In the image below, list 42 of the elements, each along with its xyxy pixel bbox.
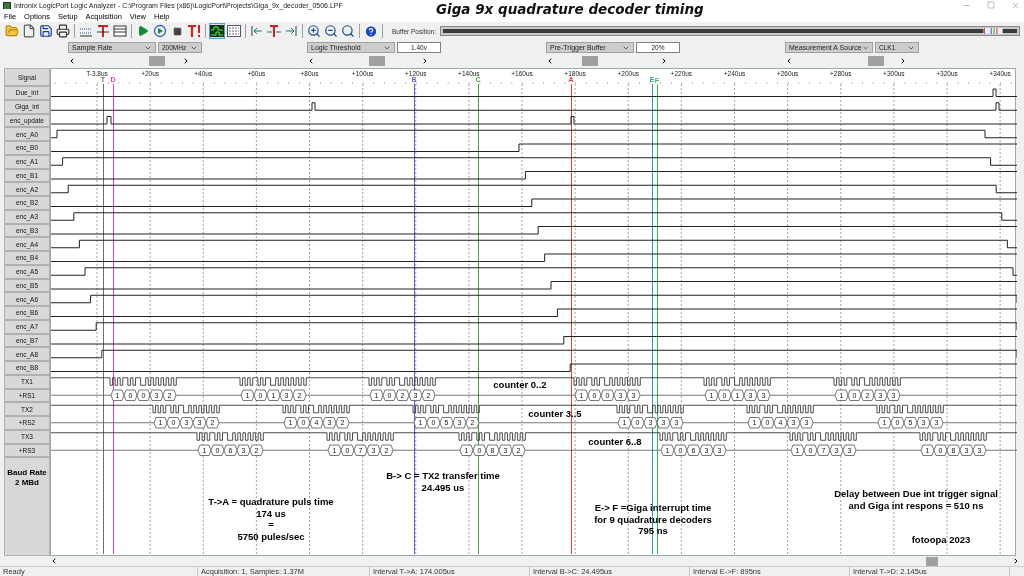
trigger-center-button[interactable] (266, 23, 282, 39)
chevron-right-icon[interactable] (182, 57, 190, 65)
annotation-text: fotoopa 2023 (911, 534, 971, 546)
annotation-text: Delay between Due int trigger signal and Giga int respons = 510 ns (834, 488, 998, 511)
open-button[interactable] (4, 23, 20, 39)
app-icon (3, 1, 11, 9)
baud-rate-label: Baud Rate 2 MBd (4, 457, 50, 556)
zoom-fit-button[interactable] (340, 23, 356, 39)
annotation-text: counter 6..8 (588, 436, 642, 448)
repeat-run-button[interactable] (152, 23, 168, 39)
scroll-left-icon[interactable] (50, 557, 58, 565)
list-view-button[interactable] (226, 23, 242, 39)
scroll-right-icon[interactable] (1012, 557, 1020, 565)
slider-thumb[interactable] (581, 56, 598, 66)
slider-thumb[interactable] (368, 56, 385, 66)
new-button[interactable] (21, 23, 37, 39)
chevron-left-icon[interactable] (546, 57, 554, 65)
trigger-button[interactable] (95, 23, 111, 39)
chevron-left-icon[interactable] (68, 57, 76, 65)
slider-thumb[interactable] (868, 56, 885, 66)
save-button[interactable] (38, 23, 54, 39)
overlay-title: Giga 9x quadrature decoder timing (436, 1, 704, 17)
chevron-right-icon[interactable] (899, 57, 907, 65)
zoom-in-button[interactable] (306, 23, 322, 39)
chevron-down-icon (861, 43, 869, 52)
waveform-view-button[interactable] (209, 23, 225, 39)
print-button[interactable] (55, 23, 71, 39)
cursor-right-button[interactable] (283, 23, 299, 39)
chevron-left-icon[interactable] (307, 57, 315, 65)
chevron-right-icon[interactable] (421, 57, 429, 65)
slider-thumb[interactable] (148, 56, 165, 66)
scrollbar-thumb[interactable] (926, 556, 938, 566)
force-trigger-button[interactable] (186, 23, 202, 39)
chevron-right-icon[interactable] (660, 57, 668, 65)
zoom-out-button[interactable] (323, 23, 339, 39)
help-button[interactable] (363, 23, 379, 39)
stop-icon (172, 26, 182, 36)
list-button[interactable] (112, 23, 128, 39)
annotation-text: T->A = quadrature puls time 174 us = 5750 pules/sec (208, 496, 334, 542)
chevron-left-icon[interactable] (785, 57, 793, 65)
cursor-left-button[interactable] (249, 23, 265, 39)
annotation-text: counter 0..2 (493, 379, 547, 391)
